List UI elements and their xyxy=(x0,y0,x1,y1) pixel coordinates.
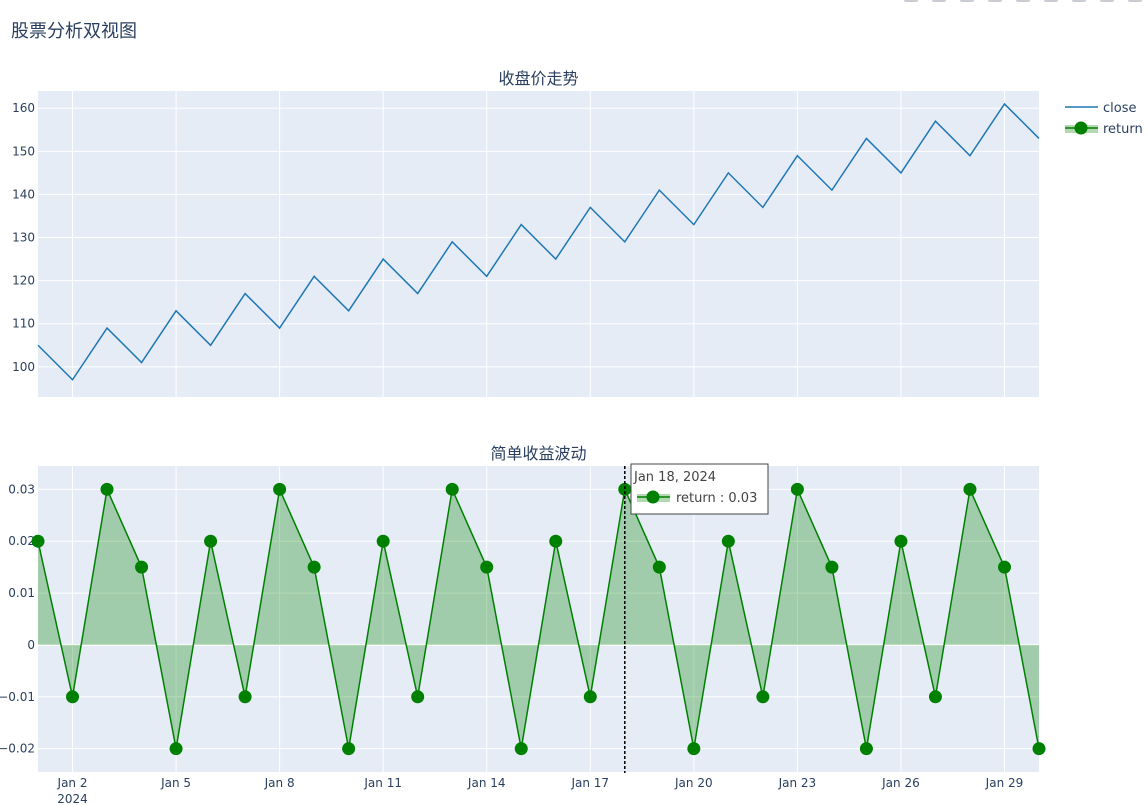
return-point[interactable] xyxy=(480,560,494,574)
x-tick-label: Jan 20 xyxy=(674,776,713,790)
return-point[interactable] xyxy=(66,690,80,704)
return-point[interactable] xyxy=(859,742,873,756)
return-point[interactable] xyxy=(135,560,149,574)
x-tick-label: Jan 8 xyxy=(264,776,295,790)
y-tick-label: 0 xyxy=(27,638,35,652)
return-point[interactable] xyxy=(549,534,563,548)
y-tick-label: −0.02 xyxy=(0,742,35,756)
x-tick-label: Jan 14 xyxy=(467,776,506,790)
legend-label: close xyxy=(1103,101,1136,116)
hover-tooltip: Jan 18, 2024 return : 0.03 xyxy=(630,463,769,515)
return-point[interactable] xyxy=(825,560,839,574)
return-point[interactable] xyxy=(652,560,666,574)
y-tick-label: 100 xyxy=(12,360,35,374)
y-tick-label: 120 xyxy=(12,274,35,288)
plot-area[interactable] xyxy=(38,91,1039,397)
y-tick-label: 0.02 xyxy=(8,534,35,548)
subplot-1[interactable]: 100 110 120 130 140 150 160 收盘价走势 xyxy=(12,69,1040,397)
x-tick-year-label: 2024 xyxy=(57,792,88,805)
y-tick-label: 160 xyxy=(12,101,35,115)
return-point[interactable] xyxy=(445,482,459,496)
return-point[interactable] xyxy=(273,482,287,496)
return-point[interactable] xyxy=(169,742,183,756)
return-point[interactable] xyxy=(204,534,218,548)
y-tick-label: 130 xyxy=(12,231,35,245)
return-point[interactable] xyxy=(790,482,804,496)
return-point[interactable] xyxy=(100,482,114,496)
legend-label: return xyxy=(1103,122,1143,137)
legend-item-return[interactable]: return xyxy=(1065,121,1143,138)
return-point[interactable] xyxy=(583,690,597,704)
legend-item-close[interactable]: close xyxy=(1065,101,1136,116)
return-point[interactable] xyxy=(376,534,390,548)
return-point[interactable] xyxy=(756,690,770,704)
legend[interactable]: close return xyxy=(1065,101,1143,137)
return-point[interactable] xyxy=(687,742,701,756)
return-point[interactable] xyxy=(997,560,1011,574)
y-tick-label: 0.03 xyxy=(8,482,35,496)
chart-figure[interactable]: 100 110 120 130 140 150 160 收盘价走势 −0.02 −0.01 0 0.0… xyxy=(0,0,1148,805)
return-point[interactable] xyxy=(514,742,528,756)
return-point[interactable] xyxy=(963,482,977,496)
subplot-title: 简单收益波动 xyxy=(490,444,586,463)
tooltip-swatch-marker xyxy=(646,490,660,504)
return-point[interactable] xyxy=(307,560,321,574)
x-tick-label: Jan 11 xyxy=(363,776,402,790)
return-point[interactable] xyxy=(894,534,908,548)
return-point[interactable] xyxy=(721,534,735,548)
return-point[interactable] xyxy=(928,690,942,704)
x-tick-label: Jan 5 xyxy=(160,776,191,790)
x-tick-label: Jan 2 xyxy=(57,776,88,790)
tooltip-text: return : 0.03 xyxy=(676,491,757,506)
x-tick-label: Jan 29 xyxy=(985,776,1024,790)
return-point[interactable] xyxy=(31,534,45,548)
x-tick-label: Jan 23 xyxy=(778,776,817,790)
return-point[interactable] xyxy=(1032,742,1046,756)
x-tick-label: Jan 17 xyxy=(570,776,609,790)
y-tick-label: −0.01 xyxy=(0,690,35,704)
return-point[interactable] xyxy=(411,690,425,704)
legend-marker-swatch xyxy=(1074,121,1088,135)
y-tick-label: 0.01 xyxy=(8,586,35,600)
return-point[interactable] xyxy=(342,742,356,756)
y-tick-label: 150 xyxy=(12,144,35,158)
x-tick-label: Jan 26 xyxy=(881,776,920,790)
y-tick-label: 110 xyxy=(12,317,35,331)
subplot-title: 收盘价走势 xyxy=(498,69,578,88)
subplot-2[interactable]: −0.02 −0.01 0 0.01 0.02 0.03 简单收益波动 Jan 2 Jan 5 J… xyxy=(0,444,1046,805)
y-tick-label: 140 xyxy=(12,187,35,201)
return-point[interactable] xyxy=(238,690,252,704)
tooltip-date: Jan 18, 2024 xyxy=(633,470,716,485)
